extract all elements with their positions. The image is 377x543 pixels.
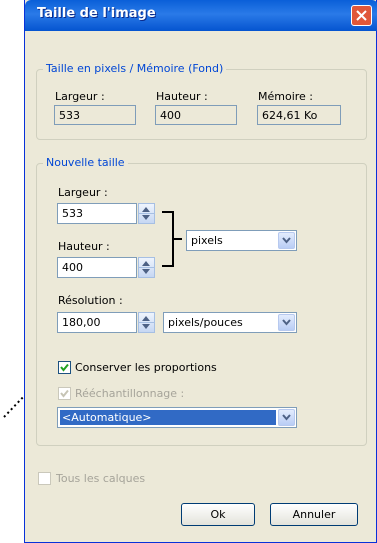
unit-select-value: pixels [191,234,223,247]
current-width-label: Largeur : [55,90,105,103]
resample-checkbox[interactable] [58,387,71,400]
resolution-unit-select[interactable]: pixels/pouces [163,312,297,333]
resolution-unit-select-value: pixels/pouces [168,316,243,329]
keep-proportions-label[interactable]: Conserver les proportions [75,361,217,374]
image-size-dialog: Taille de l'image Taille en pixels / Mém… [24,0,377,543]
resample-select-value: <Automatique> [60,410,276,425]
height-input[interactable]: 400 [57,257,137,278]
unit-select[interactable]: pixels [186,230,297,251]
spin-up-icon[interactable] [142,316,150,321]
window-title: Taille de l'image [37,6,156,21]
keep-proportions-checkbox[interactable] [58,361,71,374]
ok-button[interactable]: Ok [181,503,255,526]
current-height-field: 400 [155,105,237,125]
close-button[interactable] [351,5,372,26]
title-bar: Taille de l'image [25,0,377,31]
memory-field: 624,61 Ko [257,105,341,125]
width-input[interactable]: 533 [57,203,137,224]
dropdown-arrow-icon [282,319,291,326]
dropdown-arrow-icon [282,237,291,244]
current-width-field: 533 [54,105,136,125]
all-layers-checkbox[interactable] [38,472,51,485]
link-bracket-tick [174,238,182,240]
cancel-button[interactable]: Annuler [270,503,358,526]
height-label: Hauteur : [58,240,110,253]
width-spinner[interactable] [138,203,155,224]
resolution-label: Résolution : [58,294,123,307]
spin-up-icon[interactable] [142,207,150,212]
new-size-legend: Nouvelle taille [43,156,128,169]
dropdown-arrow-icon [282,414,291,421]
memory-label: Mémoire : [258,90,314,103]
spin-up-icon[interactable] [142,261,150,266]
spin-down-icon[interactable] [142,269,150,274]
link-bracket [162,211,174,267]
resolution-spinner[interactable] [138,312,155,333]
pixel-size-legend: Taille en pixels / Mémoire (Fond) [43,62,227,75]
height-spinner[interactable] [138,257,155,278]
spin-down-icon[interactable] [142,324,150,329]
current-height-label: Hauteur : [156,90,208,103]
all-layers-label: Tous les calques [56,472,146,485]
spin-down-icon[interactable] [142,215,150,220]
resample-select[interactable]: <Automatique> [57,407,297,428]
checkmark-icon [60,363,69,372]
width-label: Largeur : [58,186,108,199]
checkmark-icon [60,389,69,398]
resample-label: Rééchantillonnage : [75,387,185,400]
close-icon [356,10,367,21]
resolution-input[interactable]: 180,00 [57,312,137,333]
